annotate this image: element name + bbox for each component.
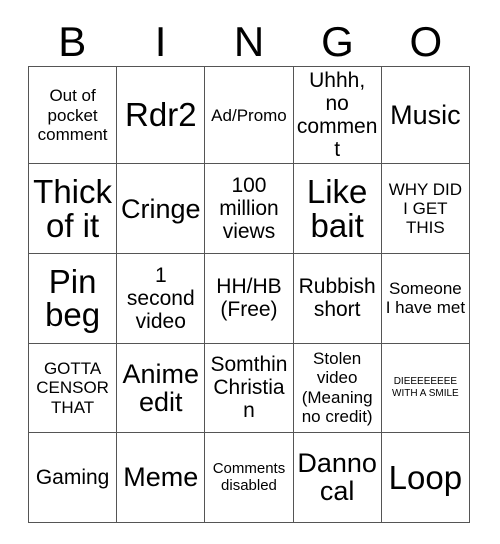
bingo-cell[interactable]: Thick of it	[27, 163, 118, 254]
bingo-cell[interactable]: WHY DID I GET THIS	[380, 163, 471, 254]
bingo-cell-label: Gaming	[35, 465, 110, 489]
bingo-cell-label: Pin beg	[45, 262, 101, 334]
bingo-header-row: B I N G O	[28, 18, 470, 64]
bingo-cell[interactable]: Rubbish short	[292, 252, 382, 344]
bingo-cell[interactable]: Meme	[116, 432, 206, 523]
bingo-cell[interactable]: 100 million views	[204, 163, 294, 254]
bingo-card: B I N G O Out of pocket comment Rdr2 Ad/…	[0, 0, 500, 544]
bingo-cell-label: Somthin Christian	[210, 353, 288, 423]
bingo-cell-label: GOTTA CENSOR THAT	[36, 358, 109, 417]
bingo-cell[interactable]: Like bait	[292, 163, 382, 254]
bingo-cell-label: Ad/Promo	[211, 105, 287, 125]
bingo-cell[interactable]: Rdr2	[116, 65, 206, 165]
bingo-cell[interactable]: Comments disabled	[204, 432, 294, 523]
bingo-cell[interactable]: Cringe	[116, 163, 206, 254]
bingo-cell-label: Out of pocket comment	[37, 86, 108, 144]
bingo-cell[interactable]: Out of pocket comment	[27, 65, 118, 165]
bingo-cell-label: 1 second video	[126, 263, 195, 333]
bingo-cell-label: Music	[390, 100, 461, 131]
bingo-cell[interactable]: Uhhh, no comment	[292, 65, 382, 165]
bingo-header-letter-n: N	[233, 18, 265, 65]
bingo-cell-label: HH/HB (Free)	[216, 275, 282, 322]
bingo-grid: Out of pocket comment Rdr2 Ad/Promo Uhhh…	[27, 65, 471, 523]
bingo-cell[interactable]: Stolen video (Meaning no credit)	[292, 342, 382, 434]
bingo-cell-label: Meme	[123, 462, 199, 493]
bingo-cell-label: Cringe	[121, 193, 201, 224]
bingo-cell[interactable]: Loop	[380, 432, 471, 523]
bingo-cell-label: Stolen video (Meaning no credit)	[301, 349, 373, 427]
bingo-cell[interactable]: GOTTA CENSOR THAT	[27, 342, 118, 434]
bingo-cell[interactable]: DIEEEEEEEE WITH A SMILE	[380, 342, 471, 434]
bingo-header-letter-g: G	[321, 18, 354, 65]
bingo-cell-label: Uhhh, no comment	[296, 69, 378, 162]
bingo-cell-label: Danno cal	[297, 448, 377, 507]
bingo-header-letter-o: O	[409, 18, 443, 65]
bingo-cell[interactable]: Anime edit	[116, 342, 206, 434]
bingo-cell-label: Like bait	[306, 173, 368, 244]
bingo-cell[interactable]: Music	[380, 65, 471, 165]
bingo-cell[interactable]: Someone I have met	[380, 252, 471, 344]
bingo-header-letter-i: I	[154, 18, 167, 65]
bingo-cell-label: Comments disabled	[212, 460, 286, 495]
bingo-cell-label: Someone I have met	[385, 278, 466, 318]
bingo-cell[interactable]: 1 second video	[116, 252, 206, 344]
bingo-cell[interactable]: Ad/Promo	[204, 65, 294, 165]
bingo-cell[interactable]: Danno cal	[292, 432, 382, 523]
bingo-row: Thick of it Cringe 100 million views Lik…	[27, 163, 471, 254]
bingo-cell[interactable]: Gaming	[27, 432, 118, 523]
bingo-header-letter-b: B	[58, 18, 87, 65]
bingo-cell-label: DIEEEEEEEE WITH A SMILE	[392, 375, 459, 399]
bingo-cell[interactable]: Pin beg	[27, 252, 118, 344]
bingo-cell[interactable]: HH/HB (Free)	[204, 252, 294, 344]
bingo-row: Pin beg 1 second video HH/HB (Free) Rubb…	[27, 252, 471, 344]
bingo-cell-label: Thick of it	[33, 173, 113, 244]
bingo-row: Gaming Meme Comments disabled Danno cal …	[27, 432, 471, 523]
bingo-row: GOTTA CENSOR THAT Anime edit Somthin Chr…	[27, 342, 471, 434]
bingo-cell-label: Rubbish short	[298, 275, 376, 322]
bingo-cell-label: Rdr2	[125, 96, 197, 134]
bingo-cell[interactable]: Somthin Christian	[204, 342, 294, 434]
bingo-cell-label: Anime edit	[122, 358, 200, 417]
bingo-row: Out of pocket comment Rdr2 Ad/Promo Uhhh…	[27, 65, 471, 165]
bingo-cell-label: Loop	[388, 458, 463, 496]
bingo-cell-label: 100 million views	[219, 174, 279, 244]
bingo-cell-label: WHY DID I GET THIS	[388, 179, 463, 238]
